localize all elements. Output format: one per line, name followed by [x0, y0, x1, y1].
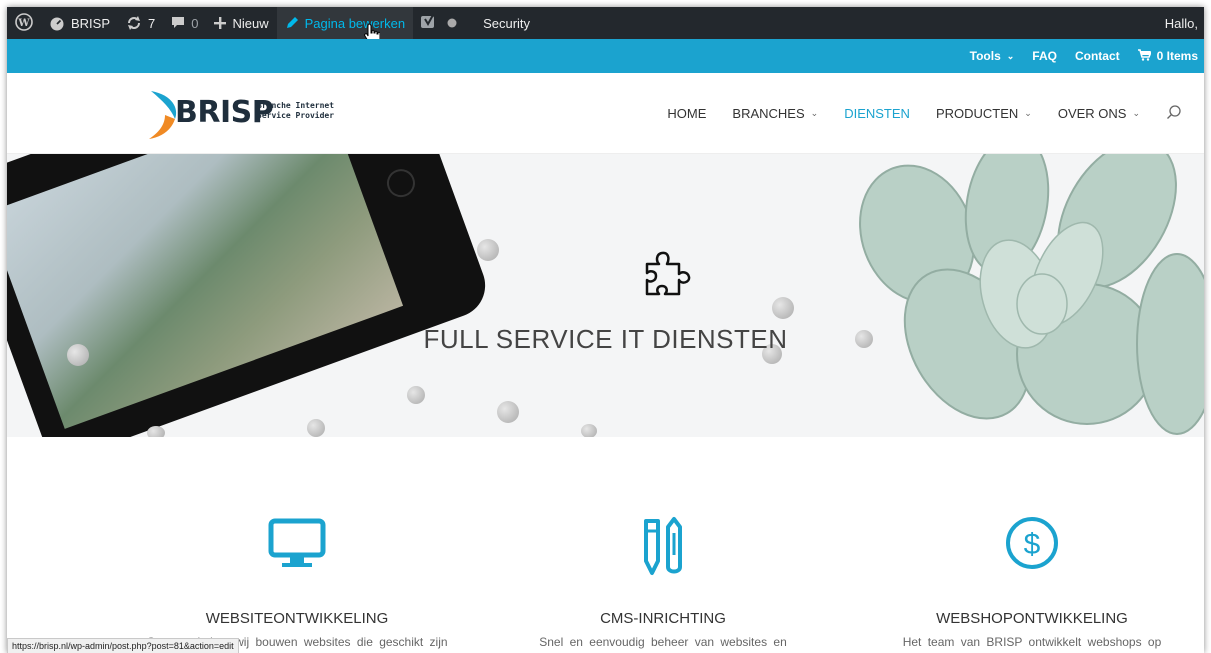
- nav-diensten-label: DIENSTEN: [844, 105, 910, 121]
- service-title: CMS-INRICHTING: [600, 610, 726, 627]
- tools-menu[interactable]: Tools ⌄: [970, 49, 1015, 63]
- contact-label: Contact: [1074, 49, 1120, 63]
- main-nav: HOME BRANCHES ⌄ DIENSTEN PRODUCTEN ⌄ OVE…: [641, 73, 1182, 153]
- monitor-icon: [268, 515, 326, 576]
- service-title: WEBSHOPONTWIKKELING: [936, 610, 1128, 627]
- new-label: Nieuw: [232, 15, 269, 31]
- service-description: Snel en eenvoudig beheer van websites en: [539, 635, 787, 649]
- svg-text:W: W: [17, 18, 30, 29]
- nav-item-branches[interactable]: BRANCHES ⌄: [732, 106, 818, 121]
- confetti-dot: [477, 239, 499, 261]
- site-name-menu[interactable]: BRISP: [41, 7, 118, 39]
- wp-admin-bar: W BRISP 7 0 Nieuw Pagina bewerken Securi…: [7, 7, 1204, 45]
- cart-label: 0 Items: [1156, 49, 1198, 63]
- faq-link[interactable]: FAQ: [1032, 49, 1057, 63]
- nav-over-ons-label: OVER ONS: [1057, 105, 1127, 121]
- site-header: BRISP Branche Internet Service Provider …: [7, 73, 1204, 154]
- edit-page-button[interactable]: Pagina bewerken: [276, 7, 414, 39]
- wordpress-logo-button[interactable]: W: [7, 7, 41, 39]
- yoast-seo-menu[interactable]: [413, 7, 465, 39]
- search-button[interactable]: [1166, 104, 1182, 123]
- faq-label: FAQ: [1032, 49, 1057, 63]
- nav-branches-label: BRANCHES: [732, 105, 805, 121]
- hero-section: FULL SERVICE IT DIENSTEN: [7, 154, 1204, 437]
- tablet-home-button: [383, 165, 419, 202]
- pencil-pen-icon: [638, 515, 688, 584]
- comment-icon: [171, 16, 185, 30]
- refresh-icon: [126, 15, 142, 31]
- logo-tagline-line-1: Branche Internet: [257, 101, 335, 110]
- puzzle-piece-icon: [643, 242, 697, 303]
- updates-button[interactable]: 7: [118, 7, 163, 39]
- confetti-dot: [407, 386, 425, 404]
- yoast-icon: [421, 14, 439, 33]
- chevron-down-icon: ⌄: [810, 107, 819, 118]
- seo-status-dot-icon: [447, 16, 457, 31]
- new-content-button[interactable]: Nieuw: [206, 7, 276, 39]
- chevron-down-icon: ⌄: [1024, 107, 1032, 118]
- updates-count: 7: [148, 15, 156, 31]
- chevron-down-icon: ⌄: [1006, 50, 1015, 61]
- service-description: Het team van BRISP ontwikkelt webshops o…: [902, 635, 1162, 649]
- logo-tagline-line-2: Service Provider: [257, 111, 335, 120]
- nav-item-diensten[interactable]: DIENSTEN: [844, 106, 910, 121]
- tools-label: Tools: [969, 49, 1001, 63]
- nav-item-over-ons[interactable]: OVER ONS ⌄: [1058, 106, 1140, 121]
- my-account-menu[interactable]: Hallo,: [1157, 7, 1204, 39]
- service-title: WEBSITEONTWIKKELING: [205, 610, 389, 627]
- plus-icon: [214, 17, 227, 29]
- confetti-dot: [581, 424, 597, 437]
- logo-tagline: Branche Internet Service Provider: [257, 101, 334, 121]
- confetti-dot: [772, 297, 794, 319]
- dollar-icon: $: [1004, 515, 1060, 576]
- nav-item-home[interactable]: HOME: [667, 106, 706, 121]
- nav-home-label: HOME: [667, 105, 707, 121]
- wordpress-icon: W: [15, 12, 33, 34]
- confetti-dot: [307, 419, 325, 437]
- cart-link[interactable]: 0 Items: [1137, 48, 1198, 64]
- security-label: Security: [483, 15, 531, 31]
- nav-producten-label: PRODUCTEN: [935, 105, 1019, 121]
- browser-status-url: https://brisp.nl/wp-admin/post.php?post=…: [7, 638, 239, 653]
- edit-page-label: Pagina bewerken: [304, 15, 406, 31]
- pencil-icon: [285, 16, 299, 30]
- brisp-logo[interactable]: BRISP Branche Internet Service Provider: [145, 89, 365, 141]
- security-menu[interactable]: Security: [475, 7, 538, 39]
- secondary-top-bar: Tools ⌄ FAQ Contact 0 Items: [7, 39, 1204, 73]
- nav-item-producten[interactable]: PRODUCTEN ⌄: [936, 106, 1032, 121]
- svg-text:$: $: [1024, 528, 1041, 561]
- site-name: BRISP: [71, 15, 111, 31]
- succulent-plant-image: [859, 154, 1204, 435]
- services-section: WEBSITEONTWIKKELING Geen websites wij bo…: [7, 437, 1204, 653]
- contact-link[interactable]: Contact: [1075, 49, 1120, 63]
- beach-photo: [7, 154, 404, 429]
- comments-count: 0: [191, 15, 199, 31]
- search-icon: [1166, 104, 1182, 123]
- confetti-dot: [147, 426, 165, 437]
- comments-button[interactable]: 0: [163, 7, 206, 39]
- browser-viewport: W BRISP 7 0 Nieuw Pagina bewerken Securi…: [7, 7, 1204, 653]
- hero-title: FULL SERVICE IT DIENSTEN: [423, 324, 788, 354]
- chevron-down-icon: ⌄: [1132, 107, 1140, 118]
- greeting: Hallo,: [1164, 15, 1198, 31]
- dashboard-icon: [49, 15, 65, 31]
- confetti-dot: [497, 401, 519, 423]
- cart-icon: [1137, 48, 1157, 64]
